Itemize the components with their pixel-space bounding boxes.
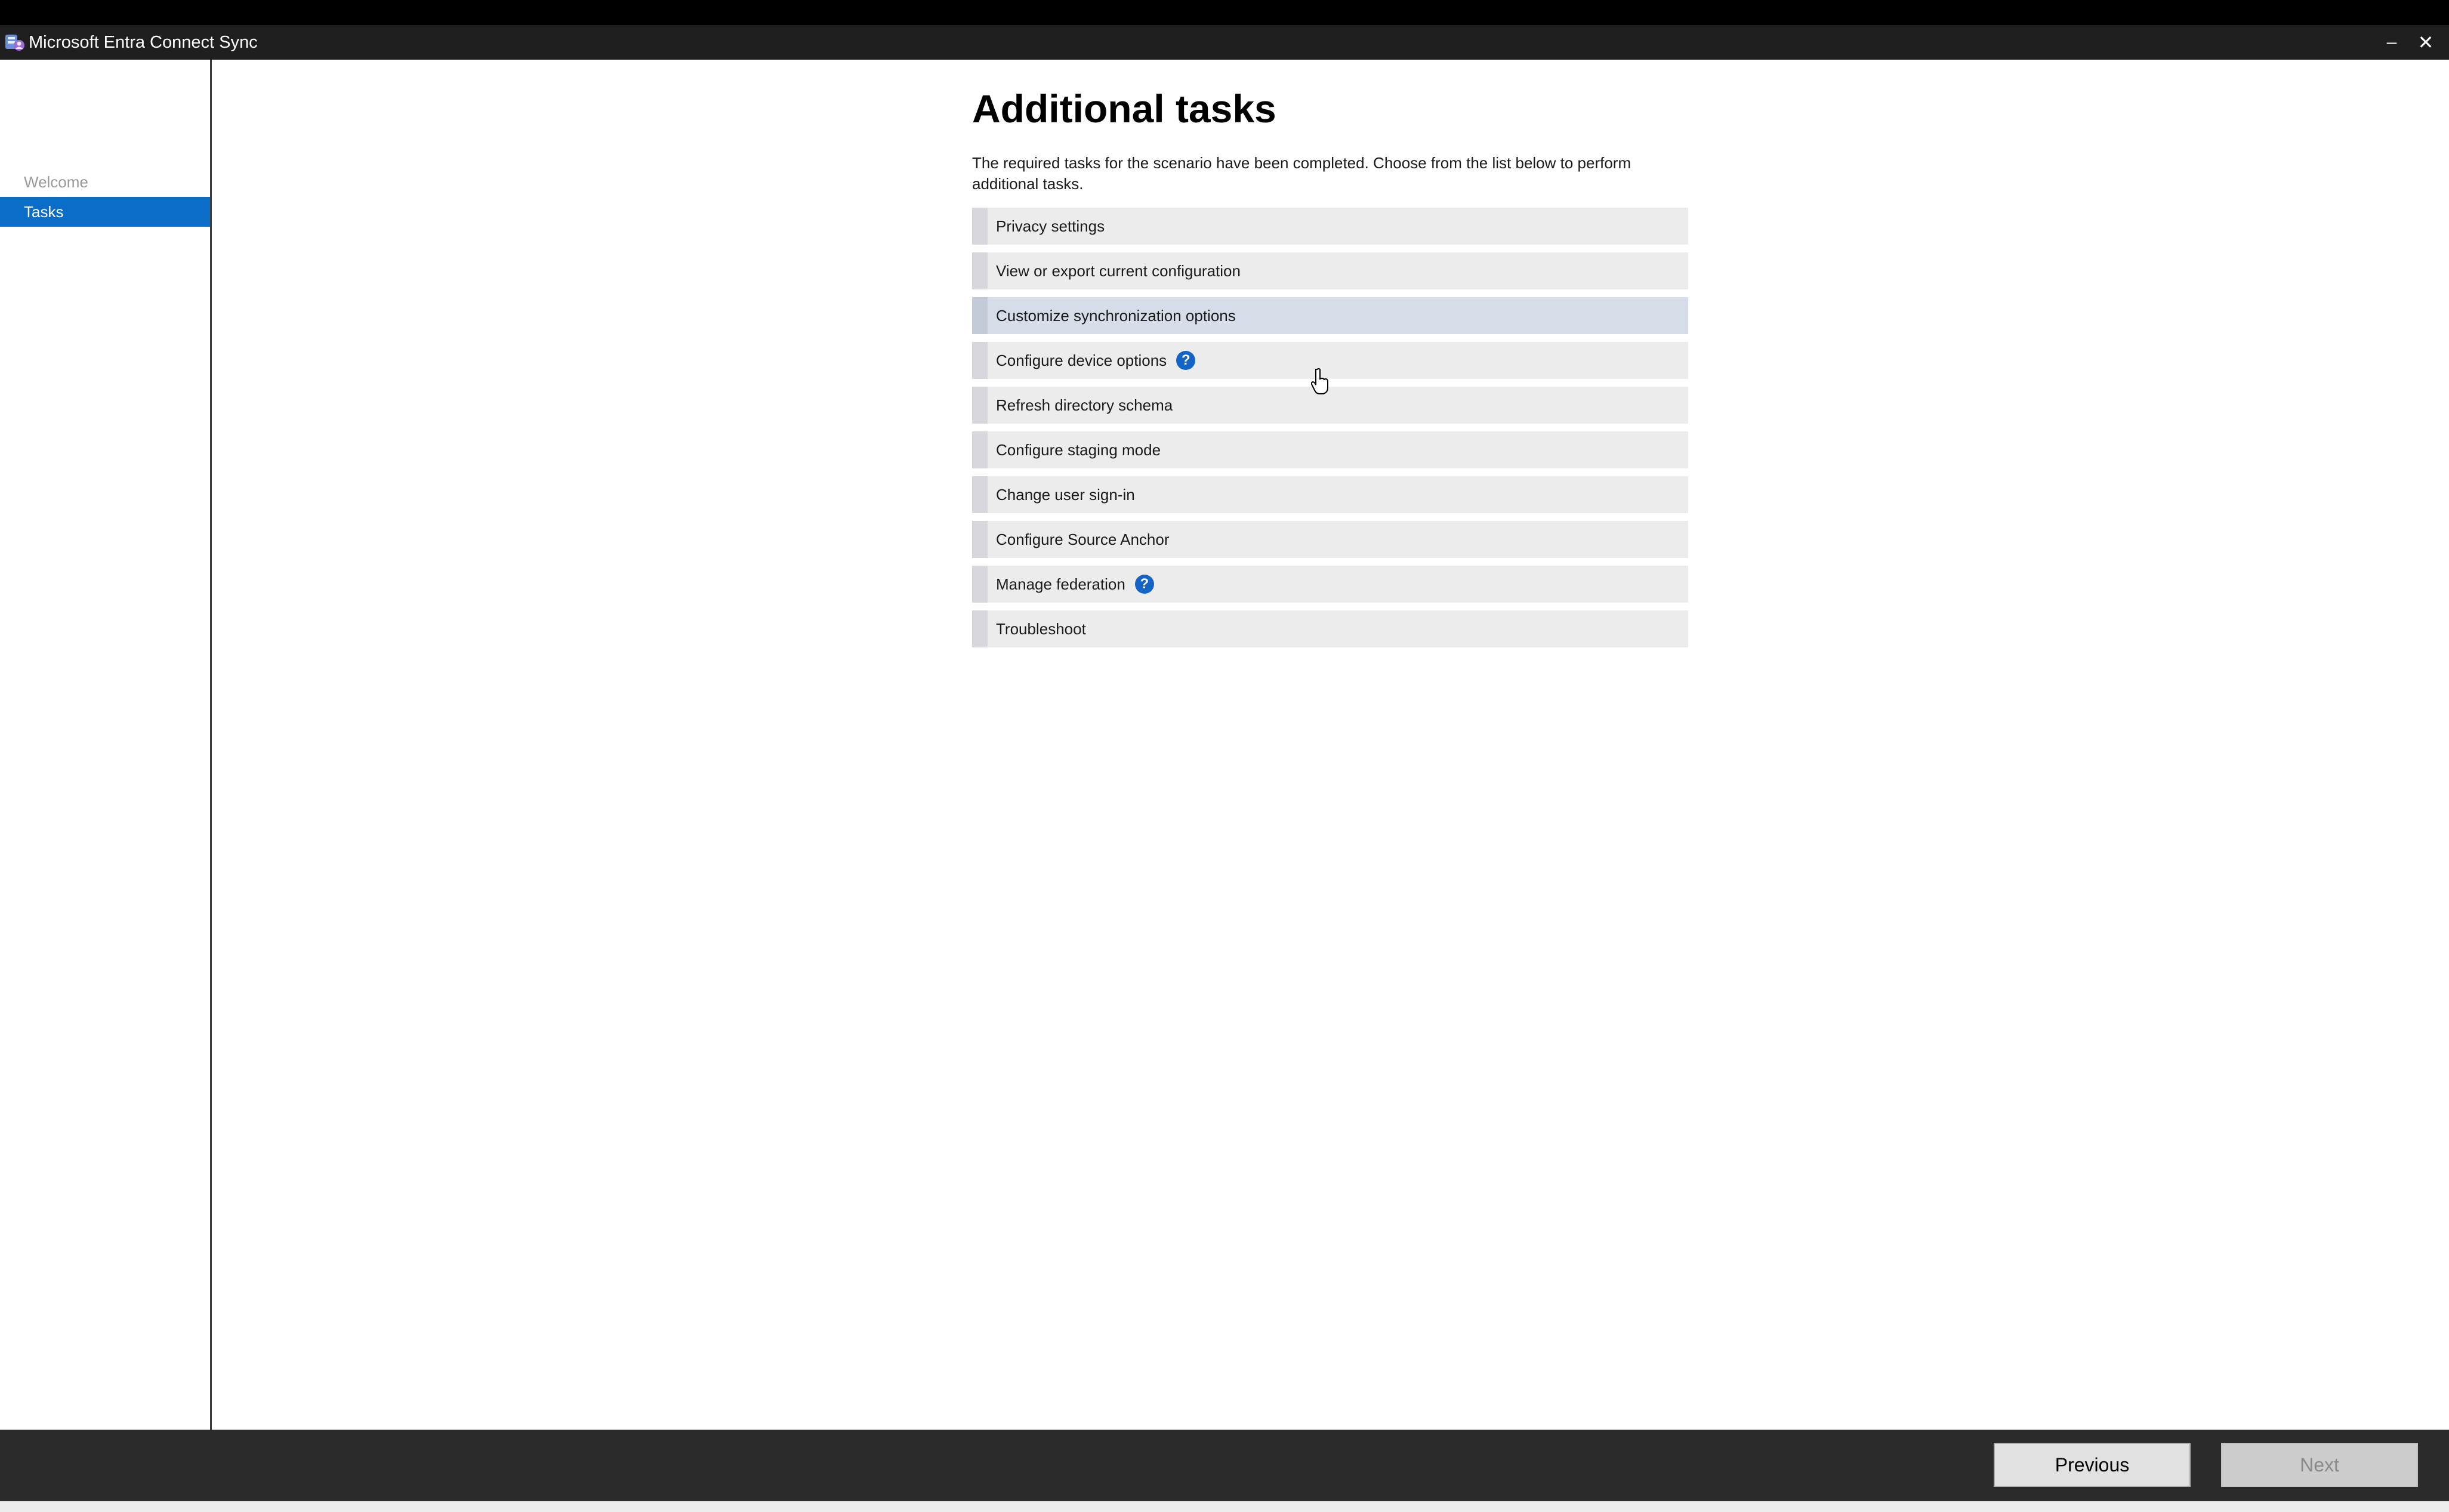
- main-content: Additional tasks The required tasks for …: [212, 60, 2449, 1430]
- close-button[interactable]: ✕: [2412, 29, 2439, 56]
- task-view-export-configuration[interactable]: View or export current configuration: [972, 252, 1688, 289]
- task-label: Manage federation: [996, 575, 1125, 593]
- task-label: Change user sign-in: [996, 485, 1135, 504]
- screen-bottom-strip: [0, 1501, 2449, 1512]
- task-configure-device-options[interactable]: Configure device options ?: [972, 342, 1688, 379]
- hand-cursor-icon: [1311, 368, 1328, 394]
- task-label: Troubleshoot: [996, 619, 1086, 638]
- task-customize-sync-options[interactable]: Customize synchronization options: [972, 297, 1688, 334]
- next-button[interactable]: Next: [2221, 1443, 2418, 1487]
- task-label: Refresh directory schema: [996, 396, 1173, 414]
- minimize-button[interactable]: –: [2378, 29, 2405, 56]
- installer-window: Microsoft Entra Connect Sync – ✕ Welcome…: [0, 0, 2449, 1512]
- task-label: Privacy settings: [996, 217, 1105, 235]
- window-title: Microsoft Entra Connect Sync: [29, 33, 258, 52]
- task-configure-source-anchor[interactable]: Configure Source Anchor: [972, 521, 1688, 558]
- task-change-user-sign-in[interactable]: Change user sign-in: [972, 476, 1688, 513]
- task-label: Configure device options: [996, 351, 1167, 369]
- task-manage-federation[interactable]: Manage federation ?: [972, 566, 1688, 603]
- page-description: The required tasks for the scenario have…: [972, 154, 1631, 193]
- help-icon[interactable]: ?: [1176, 351, 1196, 370]
- task-label: Configure staging mode: [996, 440, 1161, 459]
- screen-top-strip: [0, 0, 2449, 25]
- task-label: View or export current configuration: [996, 261, 1241, 280]
- wizard-sidebar: Welcome Tasks: [0, 60, 212, 1430]
- task-troubleshoot[interactable]: Troubleshoot: [972, 610, 1688, 647]
- entra-connect-app-icon: [5, 35, 24, 51]
- wizard-footer: Previous Next: [0, 1430, 2449, 1501]
- title-bar[interactable]: Microsoft Entra Connect Sync – ✕: [0, 25, 2449, 60]
- sidebar-item-welcome: Welcome: [24, 173, 88, 191]
- sidebar-item-tasks[interactable]: Tasks: [0, 197, 210, 227]
- previous-button[interactable]: Previous: [1994, 1443, 2191, 1487]
- task-label: Configure Source Anchor: [996, 530, 1170, 548]
- task-list: Privacy settings View or export current …: [972, 208, 1688, 655]
- task-configure-staging-mode[interactable]: Configure staging mode: [972, 431, 1688, 468]
- page-title: Additional tasks: [972, 87, 1276, 131]
- task-refresh-directory-schema[interactable]: Refresh directory schema: [972, 387, 1688, 424]
- task-privacy-settings[interactable]: Privacy settings: [972, 208, 1688, 245]
- help-icon[interactable]: ?: [1134, 575, 1154, 594]
- task-label: Customize synchronization options: [996, 306, 1236, 325]
